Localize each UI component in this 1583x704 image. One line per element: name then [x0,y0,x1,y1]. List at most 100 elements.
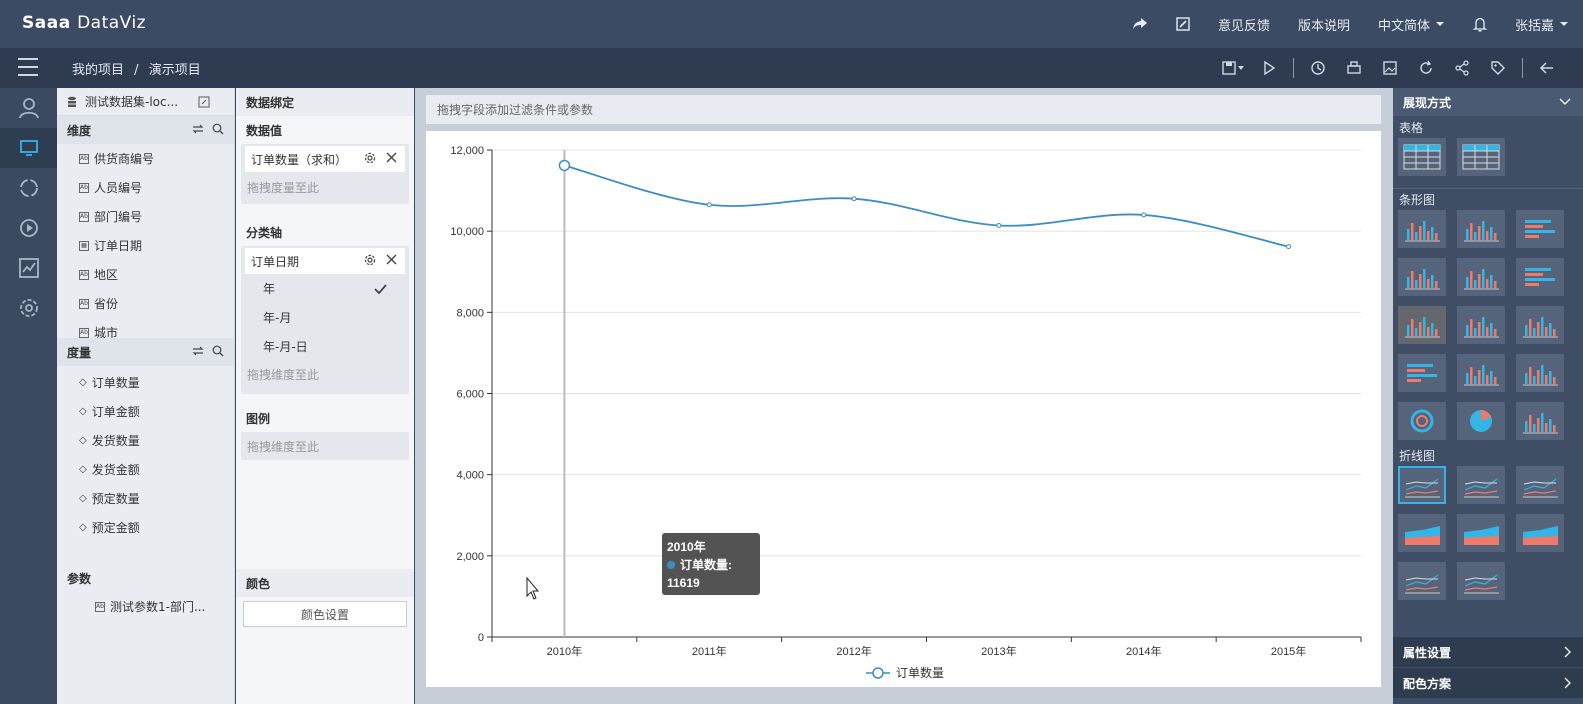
field-label: 订单日期 [94,239,143,253]
color-setting-button[interactable]: 颜色设置 [243,601,407,627]
edit-icon[interactable] [198,95,210,108]
save-icon[interactable] [1215,48,1251,88]
line-chart-icon[interactable] [1516,466,1564,504]
list-item[interactable]: ◇ 订单金额 [57,397,234,426]
area-chart-icon[interactable] [1398,514,1446,552]
bar-chart-icon[interactable] [1398,210,1446,248]
text-type-icon: Ab [79,327,89,338]
refresh-icon[interactable] [1408,48,1444,88]
history-icon[interactable] [1300,48,1336,88]
list-item[interactable]: Ab 供货商编号 [57,144,234,173]
bar-chart-icon[interactable] [1516,306,1564,344]
play-icon[interactable] [1251,48,1287,88]
hamburger-icon[interactable] [18,58,38,76]
tag-icon[interactable] [1480,48,1516,88]
edit-icon[interactable] [1176,17,1190,31]
nav-dashboard[interactable] [0,128,57,168]
swap-icon[interactable] [192,345,204,357]
line-chart[interactable]: 0 2,000 4,000 6,000 8,000 10,000 12,000 2010年 20… [426,131,1381,687]
search-icon[interactable] [212,123,224,135]
axis-drop-zone[interactable]: 拖拽维度至此 [241,361,409,387]
field-label: 部门编号 [94,210,143,224]
line-chart-icon[interactable] [1457,466,1505,504]
print-icon[interactable] [1336,48,1372,88]
breadcrumb-current: 演示项目 [148,63,201,78]
hbar-chart-icon[interactable] [1516,210,1564,248]
nav-play[interactable] [0,208,57,248]
bell-icon[interactable] [1472,17,1487,32]
value-well[interactable]: 订单数量（求和） 拖拽度量至此 [241,144,409,204]
hbar-chart-icon[interactable] [1516,258,1564,296]
language-select[interactable]: 中文简体 [1378,15,1445,34]
legend-drop-zone[interactable]: 拖拽维度至此 [241,432,409,460]
nav-dataset[interactable] [0,168,57,208]
table-chart-icon[interactable] [1457,138,1505,176]
swap-icon[interactable] [192,123,204,135]
line-chart-icon[interactable] [1457,562,1505,600]
breadcrumb-root[interactable]: 我的项目 [72,63,124,78]
bar-chart-icon[interactable] [1457,258,1505,296]
user-menu[interactable]: 张括嘉 [1515,15,1569,34]
close-icon[interactable] [386,152,397,163]
gear-icon[interactable] [364,152,376,164]
bar-chart-icon[interactable] [1457,354,1505,392]
bar-chart-icon[interactable] [1516,402,1564,440]
bar-chart-icon[interactable] [1398,306,1446,344]
list-item[interactable]: Ab 地区 [57,260,234,289]
close-icon[interactable] [386,254,397,265]
list-item[interactable]: ▦ 订单日期 [57,231,234,260]
field-label: 发货数量 [91,434,140,448]
axis-option-year[interactable]: 年 [241,274,409,303]
list-item[interactable]: ◇ 发货数量 [57,426,234,455]
value-chip[interactable]: 订单数量（求和） [245,146,405,172]
list-item[interactable]: Ab 城市 [57,318,234,338]
list-item[interactable]: Ab 测试参数1-部门... [57,592,234,621]
gear-icon[interactable] [364,254,376,266]
list-item[interactable]: Ab 人员编号 [57,173,234,202]
list-item[interactable]: ◇ 预定金额 [57,513,234,542]
nav-settings[interactable] [0,288,57,328]
mouse-cursor-icon [526,576,540,600]
search-icon[interactable] [212,345,224,357]
attr-settings-header[interactable]: 属性设置 [1393,637,1583,667]
hbar-chart-icon[interactable] [1398,354,1446,392]
list-item[interactable]: ◇ 发货金额 [57,455,234,484]
table-icons [1393,138,1583,186]
image-icon[interactable] [1372,48,1408,88]
chart-canvas: 拖拽字段添加过滤条件或参数 0 2,000 4,000 6,000 8,000 10,00… [415,88,1393,704]
field-label: 订单金额 [91,405,140,419]
list-item[interactable]: Ab 省份 [57,289,234,318]
list-item[interactable]: ◇ 预定数量 [57,484,234,513]
axis-option-year-month[interactable]: 年-月 [241,303,409,332]
legend-well[interactable]: 拖拽维度至此 [241,432,409,460]
axis-well[interactable]: 订单日期 年 年-月 年-月-日 拖拽维度至此 [241,246,409,394]
filter-drop-zone[interactable]: 拖拽字段添加过滤条件或参数 [426,95,1381,124]
table-chart-icon[interactable] [1398,138,1446,176]
feedback-link[interactable]: 意见反馈 [1218,15,1270,34]
palette-header[interactable]: 配色方案 [1393,668,1583,698]
bar-chart-icon[interactable] [1457,306,1505,344]
dataset-header[interactable]: 测试数据集-loc... [57,88,234,116]
axis-chip[interactable]: 订单日期 [245,248,405,274]
area-chart-icon[interactable] [1516,514,1564,552]
share-icon[interactable] [1132,17,1148,31]
version-link[interactable]: 版本说明 [1298,15,1350,34]
value-drop-zone[interactable]: 拖拽度量至此 [241,172,409,202]
nav-chart[interactable] [0,248,57,288]
back-arrow-icon[interactable] [1529,48,1565,88]
list-item[interactable]: Ab 部门编号 [57,202,234,231]
line-chart-icon[interactable] [1398,466,1446,504]
bar-chart-icon[interactable] [1398,258,1446,296]
axis-option-year-month-day[interactable]: 年-月-日 [241,332,409,361]
bar-icons [1393,210,1583,450]
list-item[interactable]: ◇ 订单数量 [57,368,234,397]
bar-chart-icon[interactable] [1516,354,1564,392]
ring-chart-icon[interactable] [1398,402,1446,440]
display-mode-header[interactable]: 展现方式 [1393,88,1583,116]
pie-chart-icon[interactable] [1457,402,1505,440]
nav-user[interactable] [0,88,57,128]
bar-chart-icon[interactable] [1457,210,1505,248]
share-nodes-icon[interactable] [1444,48,1480,88]
line-chart-icon[interactable] [1398,562,1446,600]
area-chart-icon[interactable] [1457,514,1505,552]
